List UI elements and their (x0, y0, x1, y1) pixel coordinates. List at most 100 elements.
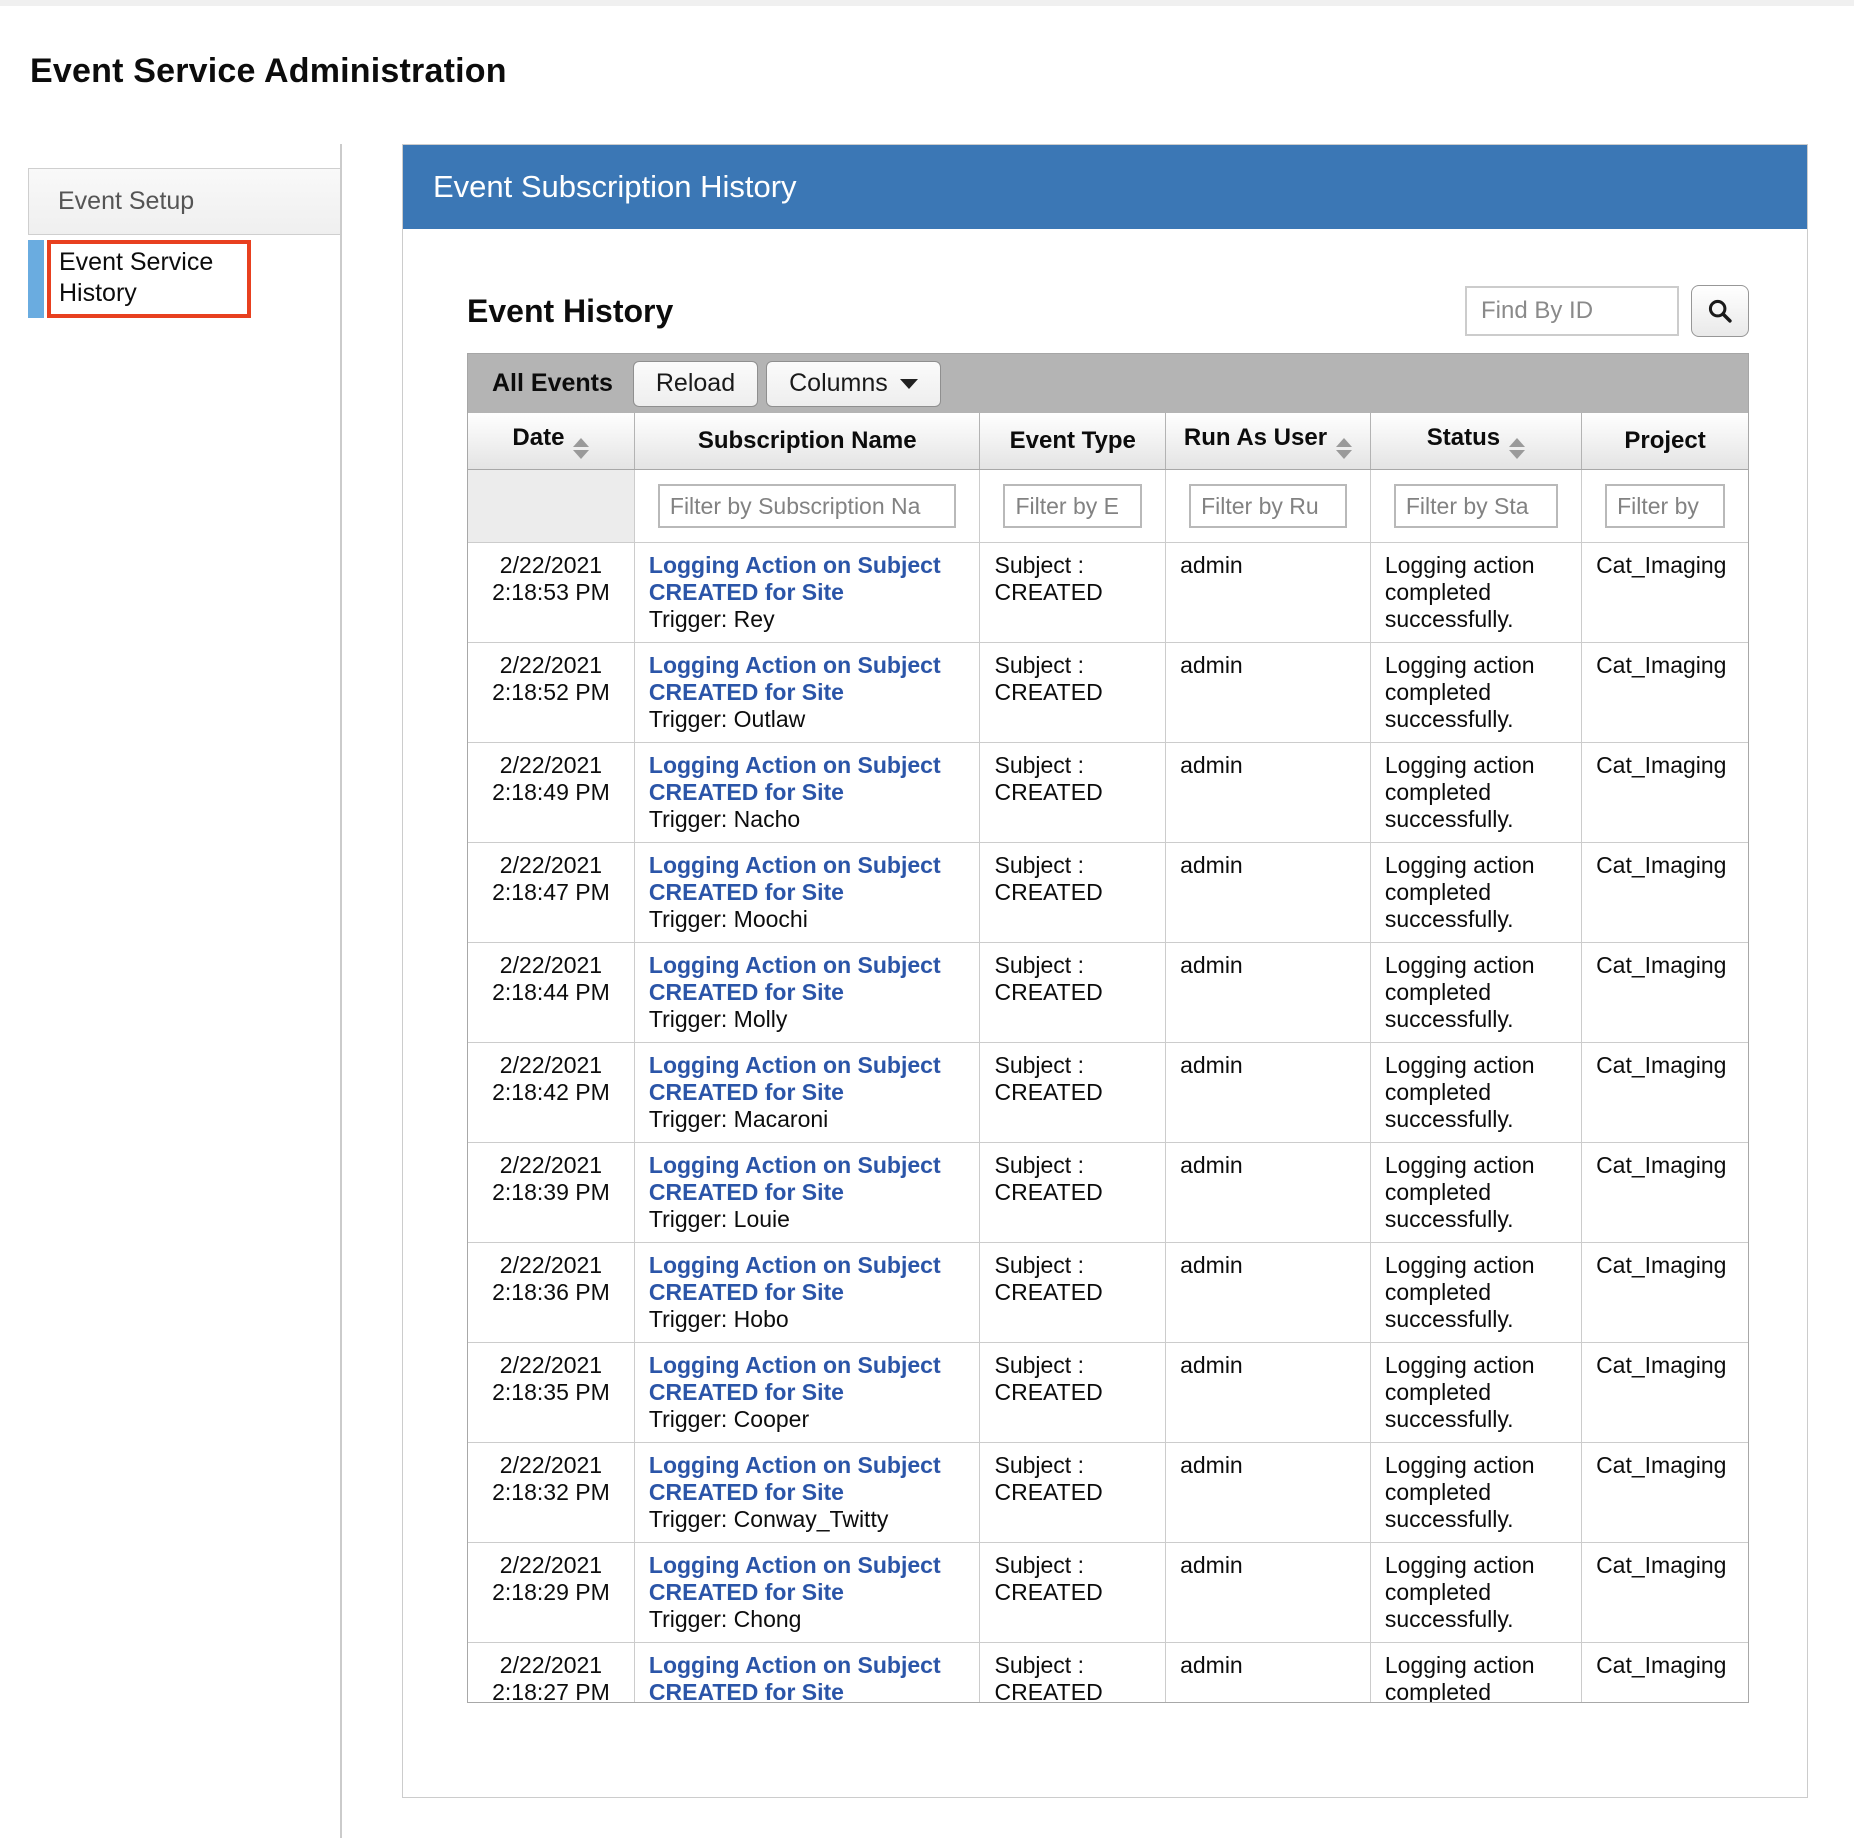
find-by-id-input[interactable] (1465, 286, 1679, 336)
subscription-link[interactable]: Logging Action on Subject CREATED for Si… (649, 852, 968, 906)
filter-event-type-input[interactable] (1003, 484, 1142, 528)
subscription-link[interactable]: Logging Action on Subject CREATED for Si… (649, 1052, 968, 1106)
subscription-link[interactable]: Logging Action on Subject CREATED for Si… (649, 1452, 968, 1506)
column-header-status[interactable]: Status (1370, 413, 1581, 470)
event-type-cell: Subject : CREATED (980, 1143, 1166, 1243)
subscription-link[interactable]: Logging Action on Subject CREATED for Si… (649, 652, 968, 706)
top-strip (0, 0, 1854, 6)
trigger-label: Trigger: Conway_Twitty (649, 1506, 968, 1533)
columns-button[interactable]: Columns (766, 361, 941, 407)
column-header-project[interactable]: Project (1582, 413, 1748, 470)
run-as-user-cell: admin (1166, 1243, 1371, 1343)
project-cell: Cat_Imaging (1582, 943, 1748, 1043)
event-date: 2/22/2021 (474, 652, 628, 679)
column-header-event-type[interactable]: Event Type (980, 413, 1166, 470)
page: Event Service Administration Event Setup… (0, 0, 1854, 1838)
trigger-label: Trigger: Outlaw (649, 706, 968, 733)
filter-subscription-name-input[interactable] (658, 484, 957, 528)
date-cell: 2/22/2021 2:18:52 PM (468, 643, 634, 743)
run-as-user-cell: admin (1166, 643, 1371, 743)
status-cell: Logging action completed successfully. (1370, 743, 1581, 843)
table-row: 2/22/2021 2:18:42 PM Logging Action on S… (468, 1043, 1748, 1143)
subscription-cell: Logging Action on Subject CREATED for Si… (634, 543, 980, 643)
event-date: 2/22/2021 (474, 1552, 628, 1579)
run-as-user-cell: admin (1166, 1443, 1371, 1543)
event-time: 2:18:36 PM (474, 1279, 628, 1306)
trigger-label: Trigger: Nacho (649, 806, 968, 833)
event-time: 2:18:35 PM (474, 1379, 628, 1406)
filter-cell-event-type (980, 470, 1166, 543)
status-cell: Logging action completed successfully. (1370, 843, 1581, 943)
event-type-cell: Subject : CREATED (980, 1043, 1166, 1143)
sidebar-item-label: Event Setup (29, 187, 194, 216)
subscription-link[interactable]: Logging Action on Subject CREATED for Si… (649, 1252, 968, 1306)
event-date: 2/22/2021 (474, 1452, 628, 1479)
sidebar-item-event-service-history[interactable]: Event Service History (28, 240, 251, 318)
subscription-link[interactable]: Logging Action on Subject CREATED for Si… (649, 1152, 968, 1206)
column-header-run-as-user[interactable]: Run As User (1166, 413, 1371, 470)
table-row: 2/22/2021 2:18:32 PM Logging Action on S… (468, 1443, 1748, 1543)
table-row: 2/22/2021 2:18:35 PM Logging Action on S… (468, 1343, 1748, 1443)
subscription-cell: Logging Action on Subject CREATED for Si… (634, 1143, 980, 1243)
event-type-cell: Subject : CREATED (980, 543, 1166, 643)
event-time: 2:18:52 PM (474, 679, 628, 706)
sort-icon[interactable] (1509, 438, 1525, 459)
event-time: 2:18:47 PM (474, 879, 628, 906)
table-row: 2/22/2021 2:18:49 PM Logging Action on S… (468, 743, 1748, 843)
event-type-cell: Subject : CREATED (980, 643, 1166, 743)
subscription-link[interactable]: Logging Action on Subject CREATED for Si… (649, 552, 968, 606)
subscription-link[interactable]: Logging Action on Subject CREATED for Si… (649, 1352, 968, 1406)
selected-indicator-bar (28, 240, 44, 318)
filter-cell-date (468, 470, 634, 543)
trigger-label: Trigger: Rey (649, 606, 968, 633)
status-cell: Logging action completed successfully. (1370, 643, 1581, 743)
filter-project-input[interactable] (1605, 484, 1725, 528)
run-as-user-cell: admin (1166, 1143, 1371, 1243)
status-cell: Logging action completed successfully. (1370, 543, 1581, 643)
status-cell: Logging action completed successfully. (1370, 1443, 1581, 1543)
sort-icon[interactable] (1336, 438, 1352, 459)
subscription-cell: Logging Action on Subject CREATED for Si… (634, 1543, 980, 1643)
date-cell: 2/22/2021 2:18:47 PM (468, 843, 634, 943)
subscription-link[interactable]: Logging Action on Subject CREATED for Si… (649, 1652, 968, 1703)
project-cell: Cat_Imaging (1582, 843, 1748, 943)
subscription-link[interactable]: Logging Action on Subject CREATED for Si… (649, 1552, 968, 1606)
trigger-label: Trigger: Macaroni (649, 1106, 968, 1133)
event-date: 2/22/2021 (474, 952, 628, 979)
project-cell: Cat_Imaging (1582, 543, 1748, 643)
subscription-link[interactable]: Logging Action on Subject CREATED for Si… (649, 752, 968, 806)
subscription-link[interactable]: Logging Action on Subject CREATED for Si… (649, 952, 968, 1006)
event-history-grid[interactable]: Date Subscription Name Event Type Run As… (467, 413, 1749, 1703)
column-header-date[interactable]: Date (468, 413, 634, 470)
event-type-cell: Subject : CREATED (980, 1643, 1166, 1704)
date-cell: 2/22/2021 2:18:36 PM (468, 1243, 634, 1343)
column-header-subscription-name[interactable]: Subscription Name (634, 413, 980, 470)
event-time: 2:18:32 PM (474, 1479, 628, 1506)
subscription-cell: Logging Action on Subject CREATED for Si… (634, 1043, 980, 1143)
trigger-label: Trigger: Moochi (649, 906, 968, 933)
filter-run-as-user-input[interactable] (1189, 484, 1347, 528)
event-subscription-panel: Event Subscription History Event History (402, 144, 1808, 1798)
run-as-user-cell: admin (1166, 943, 1371, 1043)
header-row: Date Subscription Name Event Type Run As… (468, 413, 1748, 470)
status-cell: Logging action completed successfully. (1370, 1243, 1581, 1343)
event-date: 2/22/2021 (474, 552, 628, 579)
table-row: 2/22/2021 2:18:47 PM Logging Action on S… (468, 843, 1748, 943)
status-cell: Logging action completed successfully. (1370, 1643, 1581, 1704)
event-time: 2:18:44 PM (474, 979, 628, 1006)
search-button[interactable] (1691, 285, 1749, 337)
filter-cell-run-as-user (1166, 470, 1371, 543)
status-cell: Logging action completed successfully. (1370, 1343, 1581, 1443)
filter-cell-status (1370, 470, 1581, 543)
date-cell: 2/22/2021 2:18:32 PM (468, 1443, 634, 1543)
reload-button[interactable]: Reload (633, 361, 758, 407)
event-time: 2:18:27 PM (474, 1679, 628, 1703)
sidebar-item-event-setup[interactable]: Event Setup (28, 168, 341, 235)
project-cell: Cat_Imaging (1582, 1443, 1748, 1543)
filter-status-input[interactable] (1394, 484, 1558, 528)
subscription-cell: Logging Action on Subject CREATED for Si… (634, 1243, 980, 1343)
sort-icon[interactable] (573, 438, 589, 459)
event-type-cell: Subject : CREATED (980, 1543, 1166, 1643)
event-date: 2/22/2021 (474, 1252, 628, 1279)
grid-toolbar: All Events Reload Columns (467, 353, 1749, 413)
